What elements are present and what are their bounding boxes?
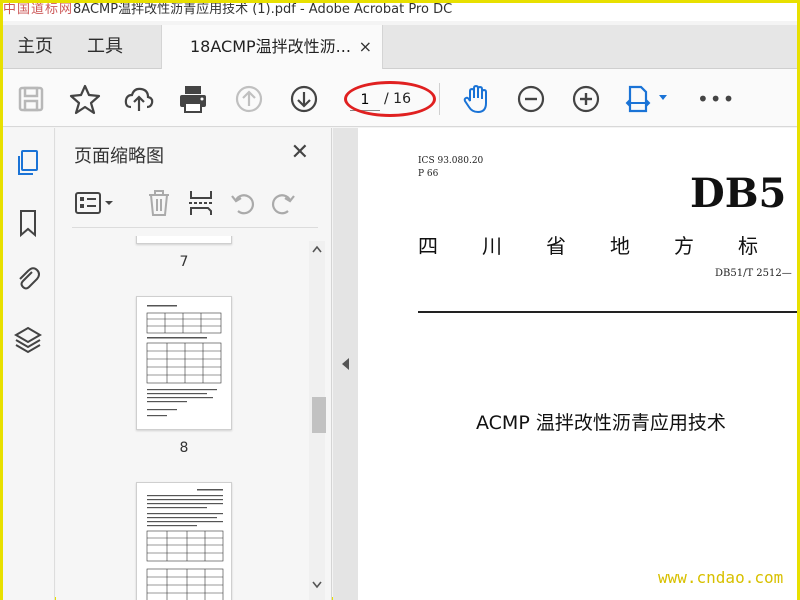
rotate-left-icon[interactable] xyxy=(228,188,258,218)
options-menu-icon[interactable] xyxy=(74,188,118,218)
p-code: P 66 xyxy=(418,169,439,179)
more-icon[interactable]: ••• xyxy=(697,87,734,119)
panel-toolbar xyxy=(72,188,318,228)
page-thumbnails-icon[interactable] xyxy=(13,148,43,178)
heading-char: 川 xyxy=(482,234,502,258)
tab-document[interactable]: 18ACMP温拌改性沥... × xyxy=(161,25,383,70)
delete-icon[interactable] xyxy=(144,188,174,218)
ics-code: ICS 93.080.20 xyxy=(418,156,484,166)
thumbnail-label: 7 xyxy=(179,254,189,270)
panel-collapse-bar[interactable] xyxy=(333,128,358,600)
close-tab-icon[interactable]: × xyxy=(359,25,372,69)
heading-char: 四 xyxy=(418,234,438,258)
province-standard-heading: 四川省地方标 xyxy=(418,230,797,259)
save-icon[interactable] xyxy=(15,83,47,115)
window-titlebar: 中国道标网8ACMP温拌改性沥青应用技术 (1).pdf - Adobe Acr… xyxy=(3,3,797,21)
extract-pages-icon[interactable] xyxy=(186,188,216,218)
thumbnail-label: 8 xyxy=(179,440,189,456)
scroll-down-icon[interactable] xyxy=(311,579,323,593)
thumbnail-page-8[interactable] xyxy=(136,296,232,430)
document-tab-label: 18ACMP温拌改性沥... xyxy=(190,37,351,56)
standard-code: DB51/T 2512— xyxy=(715,268,792,279)
rotate-right-icon[interactable] xyxy=(268,188,298,218)
thumbnail-page-7[interactable] xyxy=(136,236,232,244)
attachment-icon[interactable] xyxy=(13,264,43,294)
tab-home[interactable]: 主页 xyxy=(7,25,63,69)
document-view[interactable]: ICS 93.080.20 P 66 DB5 四 川 省 地 方 标 DB51/T 251… xyxy=(358,128,797,600)
heading-char: 标 xyxy=(738,234,758,258)
site-watermark-bottom: www.cndao.com xyxy=(658,568,784,587)
left-rail xyxy=(3,128,55,600)
star-icon[interactable] xyxy=(69,83,101,115)
tab-bar: 主页 工具 18ACMP温拌改性沥... × xyxy=(3,25,797,70)
layers-icon[interactable] xyxy=(13,324,43,354)
close-panel-icon[interactable]: ✕ xyxy=(291,140,309,165)
scroll-up-icon[interactable] xyxy=(311,243,323,257)
highlight-ellipse xyxy=(344,81,436,117)
collapse-arrow-icon[interactable] xyxy=(342,358,349,370)
thumbnail-scrollbar[interactable] xyxy=(309,241,326,600)
header-rule xyxy=(418,311,797,313)
db-heading: DB5 xyxy=(690,170,787,217)
page-down-icon[interactable] xyxy=(288,83,320,115)
thumbnail-page-9[interactable] xyxy=(136,482,232,600)
window-title: 8ACMP温拌改性沥青应用技术 (1).pdf - Adobe Acrobat … xyxy=(73,3,453,17)
print-icon[interactable] xyxy=(177,83,209,115)
hand-tool-icon[interactable] xyxy=(461,83,493,115)
zoom-in-icon[interactable] xyxy=(570,83,602,115)
page-up-icon[interactable] xyxy=(233,83,265,115)
toolbar-divider xyxy=(439,83,440,115)
page-navigator: / 16 xyxy=(344,81,436,117)
bookmark-icon[interactable] xyxy=(13,208,43,238)
site-watermark: 中国道标网 xyxy=(3,3,74,17)
heading-char: 方 xyxy=(674,234,694,258)
zoom-out-icon[interactable] xyxy=(515,83,547,115)
thumbnail-list: 7 8 xyxy=(56,236,312,600)
scrollbar-thumb[interactable] xyxy=(312,397,326,433)
heading-char: 省 xyxy=(546,234,566,258)
heading-char: 地 xyxy=(610,234,630,258)
tab-tools[interactable]: 工具 xyxy=(77,25,133,69)
upload-cloud-icon[interactable] xyxy=(123,83,155,115)
fit-page-icon[interactable] xyxy=(625,83,673,115)
document-title: ACMP 温拌改性沥青应用技术 xyxy=(476,412,726,434)
thumbnails-panel: 页面缩略图 ✕ 7 8 xyxy=(56,128,332,600)
panel-title: 页面缩略图 xyxy=(74,146,164,167)
